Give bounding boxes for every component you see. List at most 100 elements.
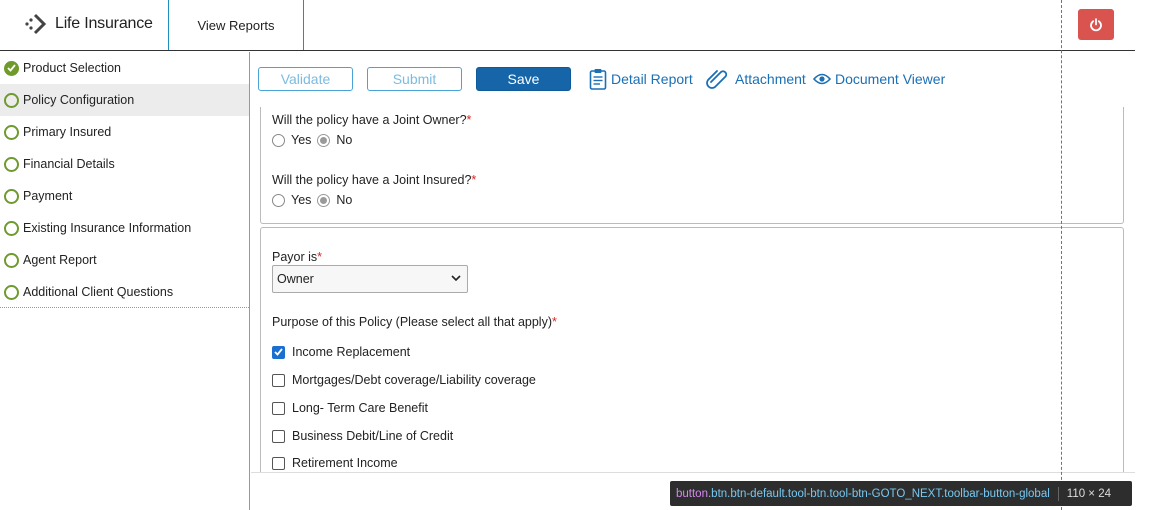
purpose-label-text: Purpose of this Policy (Please select al… [272,315,552,329]
required-mark: * [466,113,472,127]
payor-select-value: Owner [277,272,314,286]
payor-label: Payor is* [272,250,322,264]
sidebar-item-label: Policy Configuration [23,93,135,107]
required-mark: * [552,315,557,329]
joint-panel: Will the policy have a Joint Owner?* Yes… [260,107,1124,224]
tooltip-classes: .btn.btn-default.tool-btn.tool-btn-GOTO_… [707,487,1050,500]
sidebar-item-label: Agent Report [23,253,97,267]
sidebar-item-label: Primary Insured [23,125,112,139]
purpose-option-business-debit[interactable]: Business Debit/Line of Credit [272,429,453,443]
purpose-option-long-term-care[interactable]: Long- Term Care Benefit [272,401,428,415]
detail-report-label: Detail Report [611,71,693,87]
sidebar-item-label: Payment [23,189,73,203]
power-icon [1090,17,1102,31]
joint-owner-no[interactable]: No [317,133,352,147]
radio-label-no: No [336,133,353,147]
payor-select[interactable]: Owner [272,265,468,293]
checkbox[interactable] [272,456,285,470]
document-viewer-link[interactable]: Document Viewer [813,68,945,90]
sidebar-item-additional-questions[interactable]: Additional Client Questions [0,276,249,308]
joint-owner-yes[interactable]: Yes [272,133,311,147]
app-logo[interactable]: Life Insurance [25,12,153,36]
sidebar-item-existing-insurance[interactable]: Existing Insurance Information [0,212,249,244]
clipboard-icon [589,69,607,90]
devtools-guide-line [1061,0,1062,510]
sidebar-item-policy-configuration[interactable]: Policy Configuration [0,84,249,116]
joint-insured-radio-group: Yes No [272,193,358,207]
payor-panel: Payor is* Owner Purpose of this Policy (… [260,227,1124,473]
joint-insured-question: Will the policy have a Joint Insured?* [272,173,476,187]
step-circle-icon [4,156,19,172]
checkbox-label: Mortgages/Debt coverage/Liability covera… [292,373,536,387]
sidebar-item-label: Financial Details [23,157,115,171]
logo-chevron-icon [25,13,47,35]
sidebar-nav: Product Selection Policy Configuration P… [0,52,249,308]
eye-icon [813,73,831,85]
step-circle-icon [4,188,19,204]
joint-owner-question-text: Will the policy have a Joint Owner? [272,113,467,127]
radio-yes[interactable] [272,193,285,207]
step-circle-icon [4,92,19,108]
sidebar-item-product-selection[interactable]: Product Selection [0,52,249,84]
tooltip-tag: button [676,487,708,500]
joint-owner-radio-group: Yes No [272,133,358,147]
radio-no-selected[interactable] [317,133,331,147]
save-button[interactable]: Save [476,67,571,91]
step-circle-icon [4,124,19,140]
radio-no-selected[interactable] [317,193,331,207]
sidebar-item-payment[interactable]: Payment [0,180,249,212]
purpose-option-mortgages[interactable]: Mortgages/Debt coverage/Liability covera… [272,373,536,387]
document-viewer-label: Document Viewer [835,71,946,87]
sidebar-item-agent-report[interactable]: Agent Report [0,244,249,276]
radio-label-yes: Yes [291,193,312,207]
detail-report-link[interactable]: Detail Report [589,68,693,90]
attachment-label: Attachment [735,71,806,87]
checkbox-label: Retirement Income [292,456,398,470]
joint-insured-yes[interactable]: Yes [272,193,311,207]
checkbox-label: Business Debit/Line of Credit [292,429,454,443]
checkbox[interactable] [272,401,285,415]
checkbox[interactable] [272,373,285,387]
app-title: Life Insurance [55,15,153,32]
checkbox-checked[interactable] [272,345,285,359]
checkbox-label: Income Replacement [292,345,411,359]
power-button[interactable] [1078,9,1114,40]
sidebar-item-label: Additional Client Questions [23,285,174,299]
step-circle-icon [4,220,19,236]
radio-label-no: No [336,193,353,207]
joint-insured-no[interactable]: No [317,193,352,207]
toolbar: Validate Submit Save Detail Report Attac… [251,52,1135,107]
paperclip-icon [706,70,728,89]
attachment-link[interactable]: Attachment [705,68,806,90]
joint-insured-question-text: Will the policy have a Joint Insured? [272,173,472,187]
payor-label-text: Payor is [272,250,318,264]
chevron-down-icon [451,275,461,282]
sidebar-item-financial-details[interactable]: Financial Details [0,148,249,180]
sidebar-item-label: Existing Insurance Information [23,221,192,235]
sidebar-item-primary-insured[interactable]: Primary Insured [0,116,249,148]
nav-tab-view-reports[interactable]: View Reports [168,0,304,50]
purpose-option-income-replacement[interactable]: Income Replacement [272,345,410,359]
check-circle-icon [4,60,19,76]
form-content: Will the policy have a Joint Owner?* Yes… [251,107,1135,473]
purpose-label: Purpose of this Policy (Please select al… [272,315,557,329]
checkbox-label: Long- Term Care Benefit [292,401,428,415]
devtools-element-tooltip: button .btn.btn-default.tool-btn.tool-btn… [670,481,1132,506]
step-circle-icon [4,284,19,300]
content-bottom-divider [251,472,1135,473]
checkmark-icon [274,348,283,356]
checkbox[interactable] [272,429,285,443]
sidebar: Product Selection Policy Configuration P… [0,52,250,510]
radio-label-yes: Yes [291,133,312,147]
required-mark: * [317,250,323,264]
validate-button[interactable]: Validate [258,67,353,91]
radio-yes[interactable] [272,133,285,147]
submit-button[interactable]: Submit [367,67,462,91]
required-mark: * [471,173,477,187]
joint-owner-question: Will the policy have a Joint Owner?* [272,113,471,127]
tooltip-separator [1057,486,1059,501]
step-circle-icon [4,252,19,268]
app-header: Life Insurance View Reports [0,0,1135,51]
purpose-option-retirement-income[interactable]: Retirement Income [272,456,398,470]
tooltip-size: 110 × 24 [1066,487,1112,500]
